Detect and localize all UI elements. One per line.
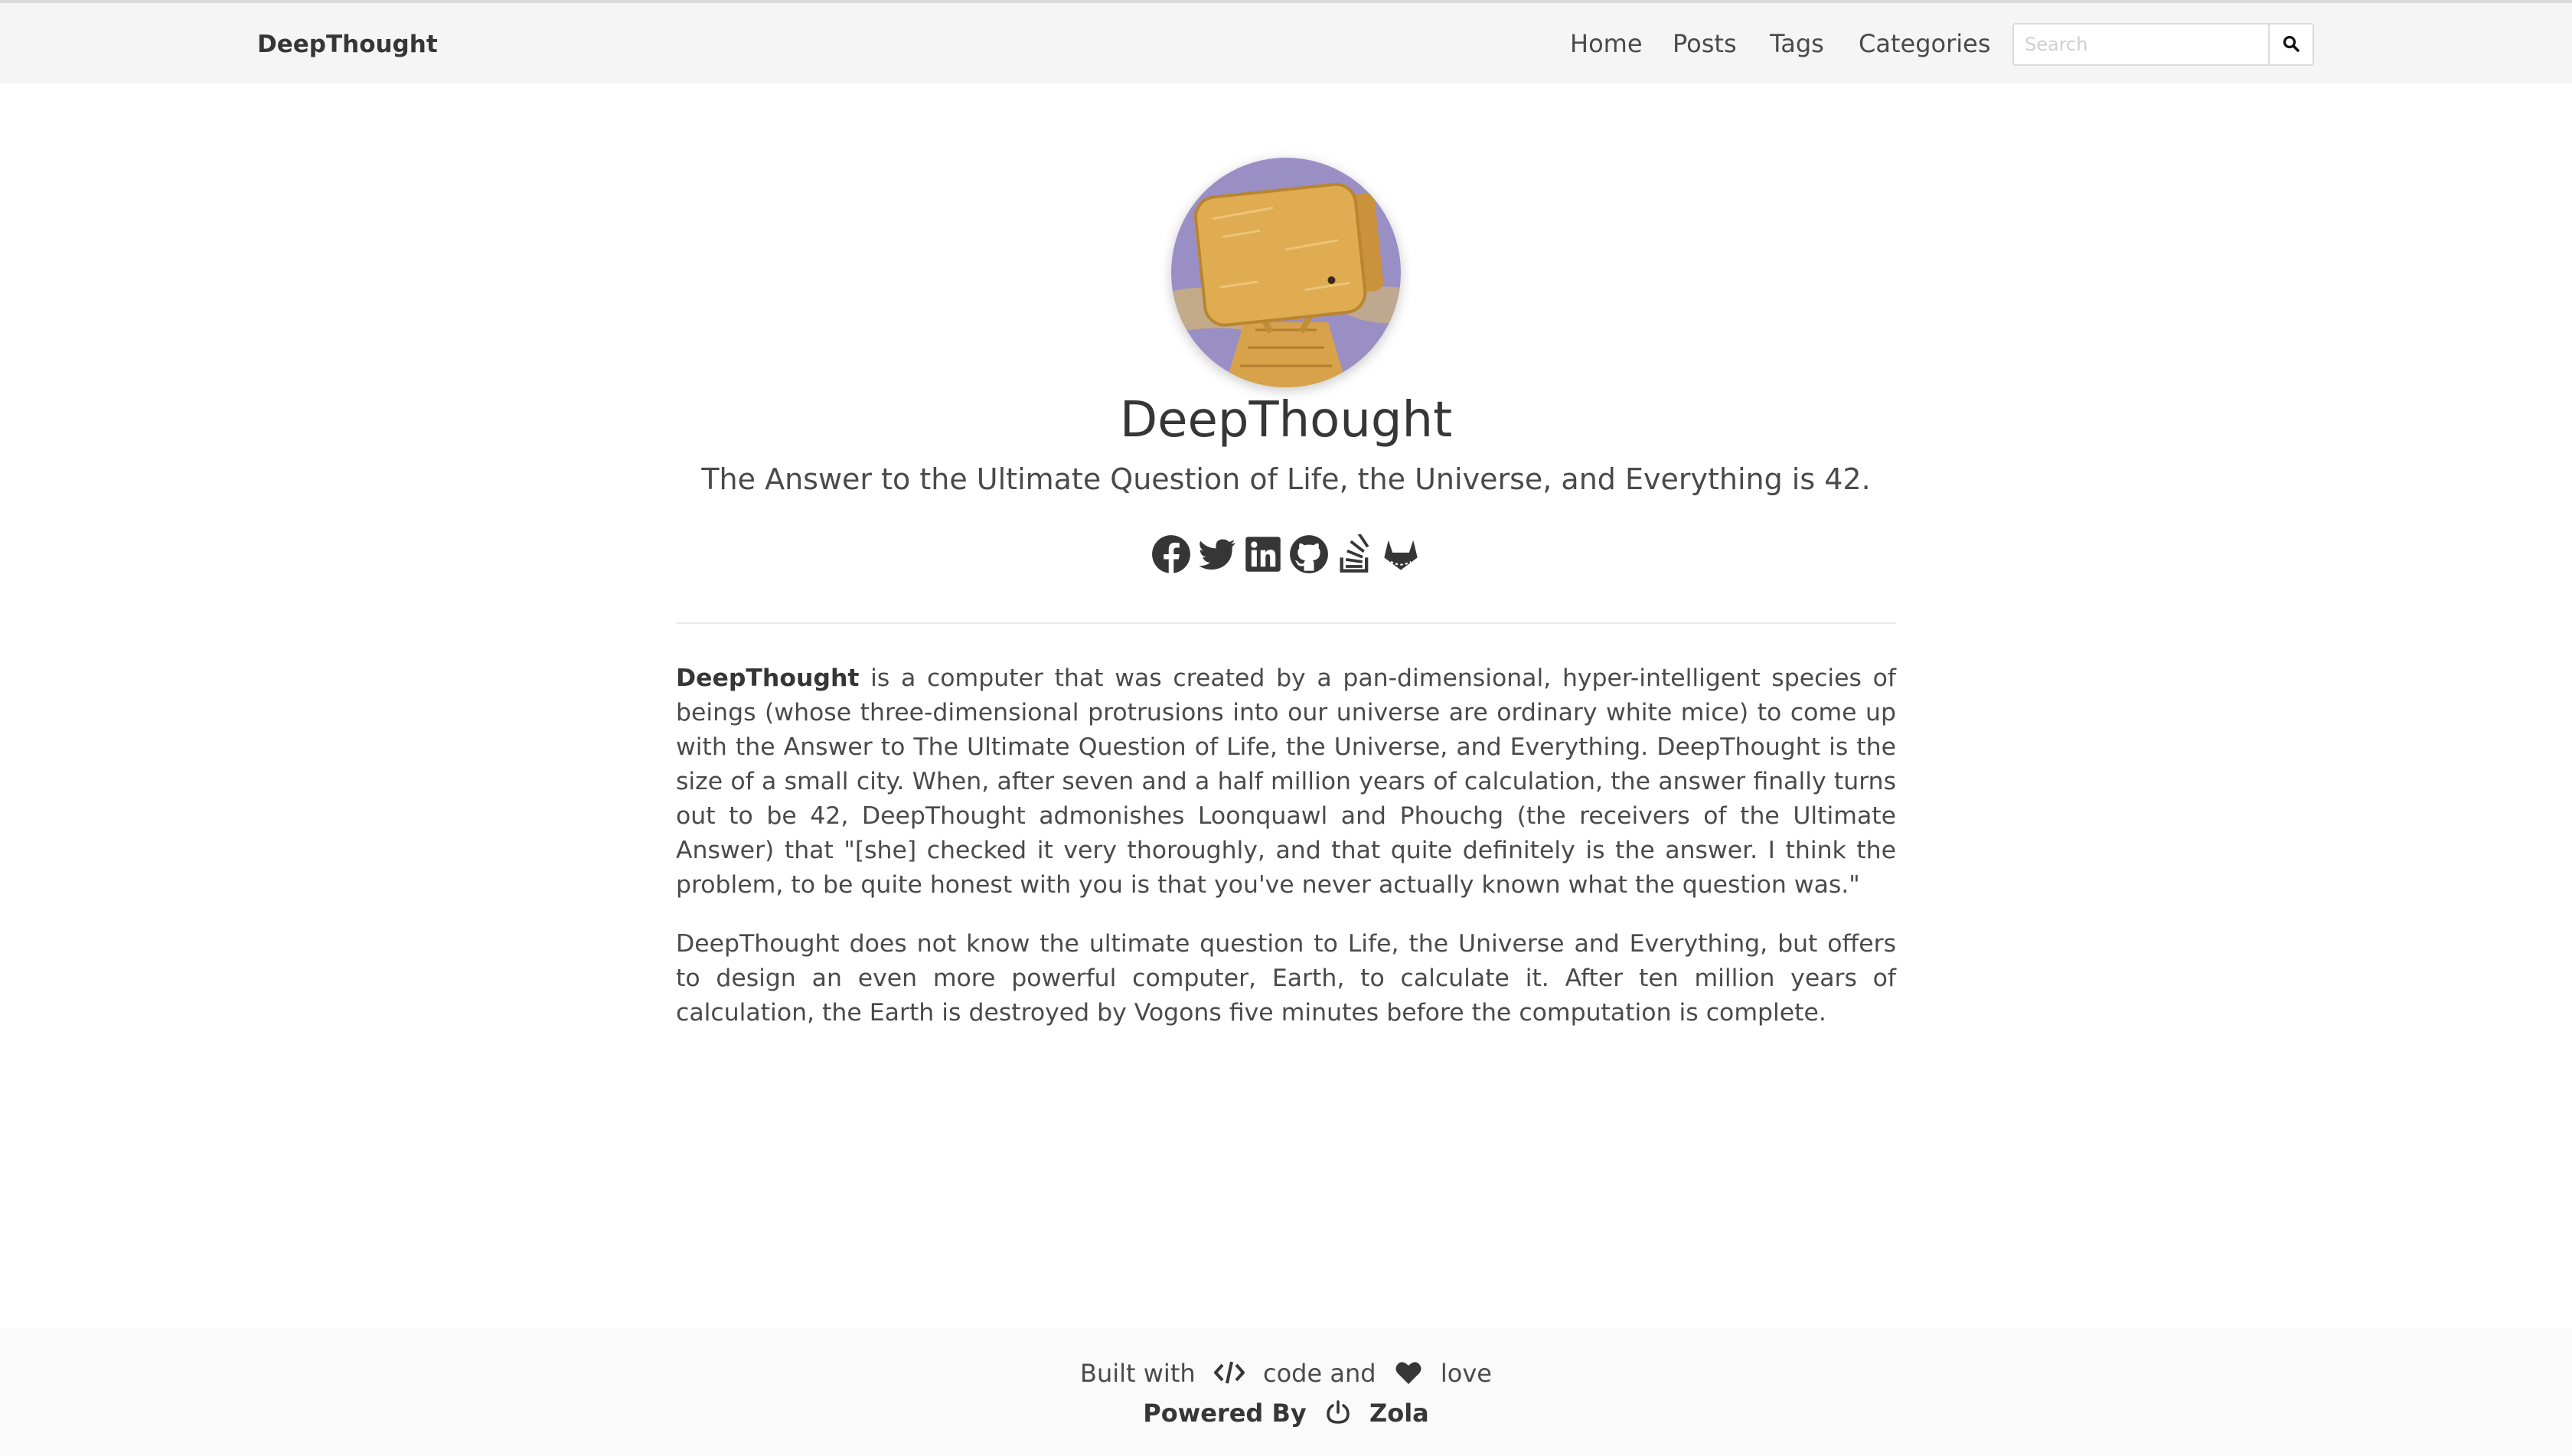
- brand-link[interactable]: DeepThought: [257, 31, 438, 58]
- page-title: DeepThought: [1119, 392, 1453, 449]
- footer-powered-by-label: Powered By: [1143, 1399, 1307, 1428]
- search-input[interactable]: [2012, 23, 2270, 66]
- github-icon[interactable]: [1289, 534, 1329, 574]
- divider: [676, 622, 1896, 624]
- search-button[interactable]: [2268, 23, 2314, 66]
- nav-posts[interactable]: Posts: [1673, 29, 1737, 58]
- heart-icon: [1395, 1360, 1422, 1391]
- linkedin-icon[interactable]: [1243, 534, 1283, 574]
- about-bold-name: DeepThought: [676, 664, 860, 692]
- footer-built-with: Built with code and love: [0, 1359, 2572, 1391]
- nav-tags[interactable]: Tags: [1770, 29, 1824, 58]
- gitlab-icon[interactable]: [1381, 534, 1421, 574]
- footer: Built with code and love Powered By Zola: [0, 1328, 2572, 1456]
- zola-link[interactable]: Zola: [1369, 1399, 1429, 1428]
- footer-built-with-label: Built with: [1080, 1359, 1196, 1388]
- about-paragraph-1-text: is a computer that was created by a pan-…: [676, 664, 1896, 899]
- social-links: [1148, 532, 1424, 577]
- navbar: DeepThought Home Posts Tags Categories: [0, 3, 2572, 83]
- nav-categories[interactable]: Categories: [1859, 29, 1990, 58]
- code-icon: [1213, 1360, 1245, 1391]
- power-icon: [1326, 1400, 1350, 1431]
- footer-powered-by: Powered By Zola: [0, 1399, 2572, 1431]
- page-subtitle: The Answer to the Ultimate Question of L…: [701, 462, 1871, 496]
- about-paragraph-1: DeepThought is a computer that was creat…: [676, 661, 1896, 903]
- footer-love: love: [1440, 1359, 1492, 1388]
- avatar: [1171, 158, 1401, 387]
- about-paragraph-2: DeepThought does not know the ultimate q…: [676, 930, 1896, 1027]
- search-icon: [2282, 34, 2300, 55]
- stackoverflow-icon[interactable]: [1335, 532, 1375, 574]
- facebook-icon[interactable]: [1151, 534, 1191, 574]
- footer-code-and: code and: [1262, 1359, 1376, 1388]
- nav-home[interactable]: Home: [1570, 29, 1643, 58]
- about-content: DeepThought is a computer that was creat…: [676, 661, 1896, 1055]
- twitter-icon[interactable]: [1197, 534, 1237, 574]
